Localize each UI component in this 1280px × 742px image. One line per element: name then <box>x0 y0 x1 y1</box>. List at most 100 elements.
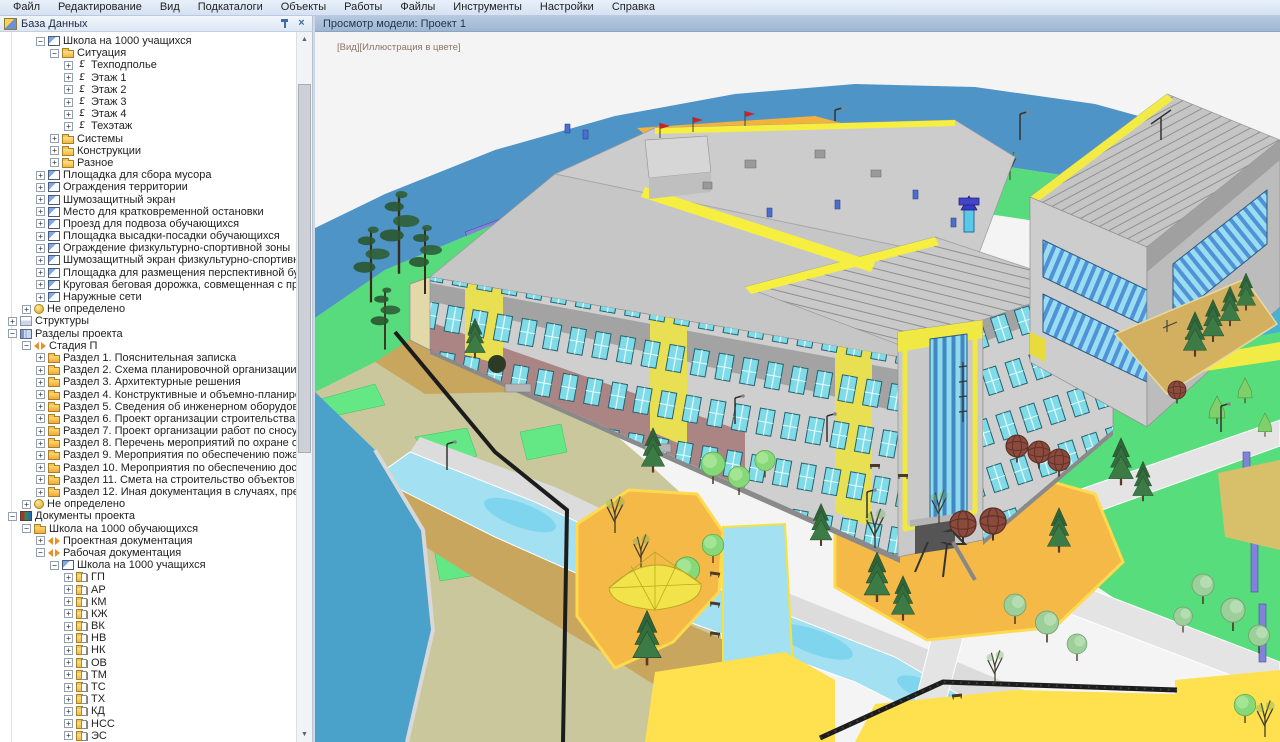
tree-expander[interactable]: + <box>36 414 45 423</box>
tree-expander[interactable]: + <box>64 122 73 131</box>
menu-item-10[interactable]: Справка <box>603 0 664 16</box>
tree-item[interactable]: −Школа на 1000 учащихся <box>0 35 296 47</box>
tree-item[interactable]: +£Этаж 1 <box>0 72 296 84</box>
scrollbar-up-arrow[interactable]: ▲ <box>297 32 312 47</box>
tree-item[interactable]: +ВК <box>0 620 296 632</box>
tree-expander[interactable]: − <box>50 49 59 58</box>
tree-item[interactable]: +£Этаж 2 <box>0 84 296 96</box>
tree-expander[interactable]: + <box>64 573 73 582</box>
tree-item[interactable]: +ОВ <box>0 657 296 669</box>
tree-item[interactable]: −Стадия П <box>0 340 296 352</box>
tree-item[interactable]: +Ограждение физкультурно-спортивной зоны <box>0 242 296 254</box>
tree-expander[interactable]: + <box>36 378 45 387</box>
tree-item[interactable]: +Раздел 9. Мероприятия по обеспечению по… <box>0 449 296 461</box>
tree-item[interactable]: +ЭС <box>0 730 296 742</box>
tree-item[interactable]: −Разделы проекта <box>0 328 296 340</box>
tree-item[interactable]: +Шумозащитный экран физкультурно-спортив… <box>0 254 296 266</box>
tree-expander[interactable]: + <box>22 500 31 509</box>
tree-item[interactable]: +Не определено <box>0 303 296 315</box>
menu-item-8[interactable]: Инструменты <box>444 0 531 16</box>
tree-item[interactable]: +Площадка высадки-посадки обучающихся <box>0 230 296 242</box>
tree-expander[interactable]: + <box>36 219 45 228</box>
tree-item[interactable]: +Наружные сети <box>0 291 296 303</box>
tree-item[interactable]: +Раздел 1. Пояснительная записка <box>0 352 296 364</box>
tree-expander[interactable]: + <box>64 85 73 94</box>
tree-expander[interactable]: + <box>50 146 59 155</box>
tree-item[interactable]: +Раздел 6. Проект организации строительс… <box>0 413 296 425</box>
tree-expander[interactable]: + <box>36 171 45 180</box>
tree-expander[interactable]: + <box>64 731 73 740</box>
tree-expander[interactable]: − <box>8 329 17 338</box>
tree-expander[interactable]: + <box>50 134 59 143</box>
tree-item[interactable]: −Школа на 1000 обучающихся <box>0 523 296 535</box>
tree-item[interactable]: +Шумозащитный экран <box>0 193 296 205</box>
tree-expander[interactable]: − <box>8 512 17 521</box>
tree-item[interactable]: +Структуры <box>0 315 296 327</box>
scrollbar-down-arrow[interactable]: ▼ <box>297 727 312 742</box>
tree-item[interactable]: +ТХ <box>0 693 296 705</box>
tree-expander[interactable]: + <box>64 98 73 107</box>
tree-item[interactable]: −Рабочая документация <box>0 547 296 559</box>
tree-item[interactable]: +ТМ <box>0 669 296 681</box>
tree-item[interactable]: +КЖ <box>0 608 296 620</box>
tree-item[interactable]: +Площадка для сбора мусора <box>0 169 296 181</box>
close-icon[interactable]: × <box>295 18 308 30</box>
tree-item[interactable]: +НВ <box>0 632 296 644</box>
tree-item[interactable]: +НСС <box>0 718 296 730</box>
tree-expander[interactable]: + <box>64 707 73 716</box>
tree-expander[interactable]: + <box>64 585 73 594</box>
tree-expander[interactable]: + <box>36 402 45 411</box>
tree-expander[interactable]: + <box>36 366 45 375</box>
tree-item[interactable]: +АР <box>0 583 296 595</box>
menu-item-3[interactable]: Вид <box>151 0 189 16</box>
tree-expander[interactable]: + <box>64 695 73 704</box>
tree-item[interactable]: +Проезд для подвоза обучающихся <box>0 218 296 230</box>
tree-expander[interactable]: + <box>36 439 45 448</box>
tree-expander[interactable]: + <box>36 353 45 362</box>
tree-expander[interactable]: + <box>36 475 45 484</box>
tree-item[interactable]: +НК <box>0 644 296 656</box>
tree-expander[interactable]: + <box>36 463 45 472</box>
menu-item-7[interactable]: Файлы <box>391 0 444 16</box>
tree-item[interactable]: +£Техэтаж <box>0 120 296 132</box>
tree-item[interactable]: +Раздел 7. Проект организации работ по с… <box>0 425 296 437</box>
tree-item[interactable]: +Площадка для размещения перспективной б… <box>0 267 296 279</box>
tree-expander[interactable]: − <box>36 548 45 557</box>
tree-item[interactable]: −Школа на 1000 учащихся <box>0 559 296 571</box>
tree-expander[interactable]: + <box>64 609 73 618</box>
tree-expander[interactable]: + <box>36 183 45 192</box>
tree-expander[interactable]: + <box>36 536 45 545</box>
tree-expander[interactable]: + <box>36 256 45 265</box>
tree-expander[interactable]: + <box>64 597 73 606</box>
tree-item[interactable]: +Раздел 10. Мероприятия по обеспечению д… <box>0 462 296 474</box>
tree-item[interactable]: +£Этаж 4 <box>0 108 296 120</box>
tree-item[interactable]: +Место для кратковременной остановки <box>0 206 296 218</box>
tree-item[interactable]: +Проектная документация <box>0 535 296 547</box>
tree-expander[interactable]: + <box>36 390 45 399</box>
tree-expander[interactable]: − <box>22 524 31 533</box>
tree-item[interactable]: +КД <box>0 705 296 717</box>
model-viewport[interactable]: [Вид][Иллюстрация в цвете] <box>315 32 1280 742</box>
menu-item-5[interactable]: Объекты <box>272 0 335 16</box>
tree-item[interactable]: +ГП <box>0 571 296 583</box>
tree-expander[interactable]: + <box>36 293 45 302</box>
tree-item[interactable]: +Конструкции <box>0 145 296 157</box>
tree-expander[interactable]: + <box>36 244 45 253</box>
tree-expander[interactable]: + <box>36 268 45 277</box>
tree-expander[interactable]: + <box>36 280 45 289</box>
tree-expander[interactable]: + <box>36 451 45 460</box>
tree-item[interactable]: +КМ <box>0 596 296 608</box>
tree-item[interactable]: +Раздел 11. Смета на строительство объек… <box>0 474 296 486</box>
tree-expander[interactable]: − <box>50 561 59 570</box>
tree-expander[interactable]: + <box>50 158 59 167</box>
tree-item[interactable]: +Раздел 2. Схема планировочной организац… <box>0 364 296 376</box>
tree-expander[interactable]: + <box>22 305 31 314</box>
tree-expander[interactable]: + <box>36 232 45 241</box>
tree-item[interactable]: −Ситуация <box>0 47 296 59</box>
scrollbar-thumb[interactable] <box>298 84 311 453</box>
menu-item-6[interactable]: Работы <box>335 0 391 16</box>
tree-expander[interactable]: + <box>64 61 73 70</box>
tree-expander[interactable]: + <box>64 670 73 679</box>
tree-item[interactable]: +£Техподполье <box>0 59 296 71</box>
tree-item[interactable]: +ТС <box>0 681 296 693</box>
